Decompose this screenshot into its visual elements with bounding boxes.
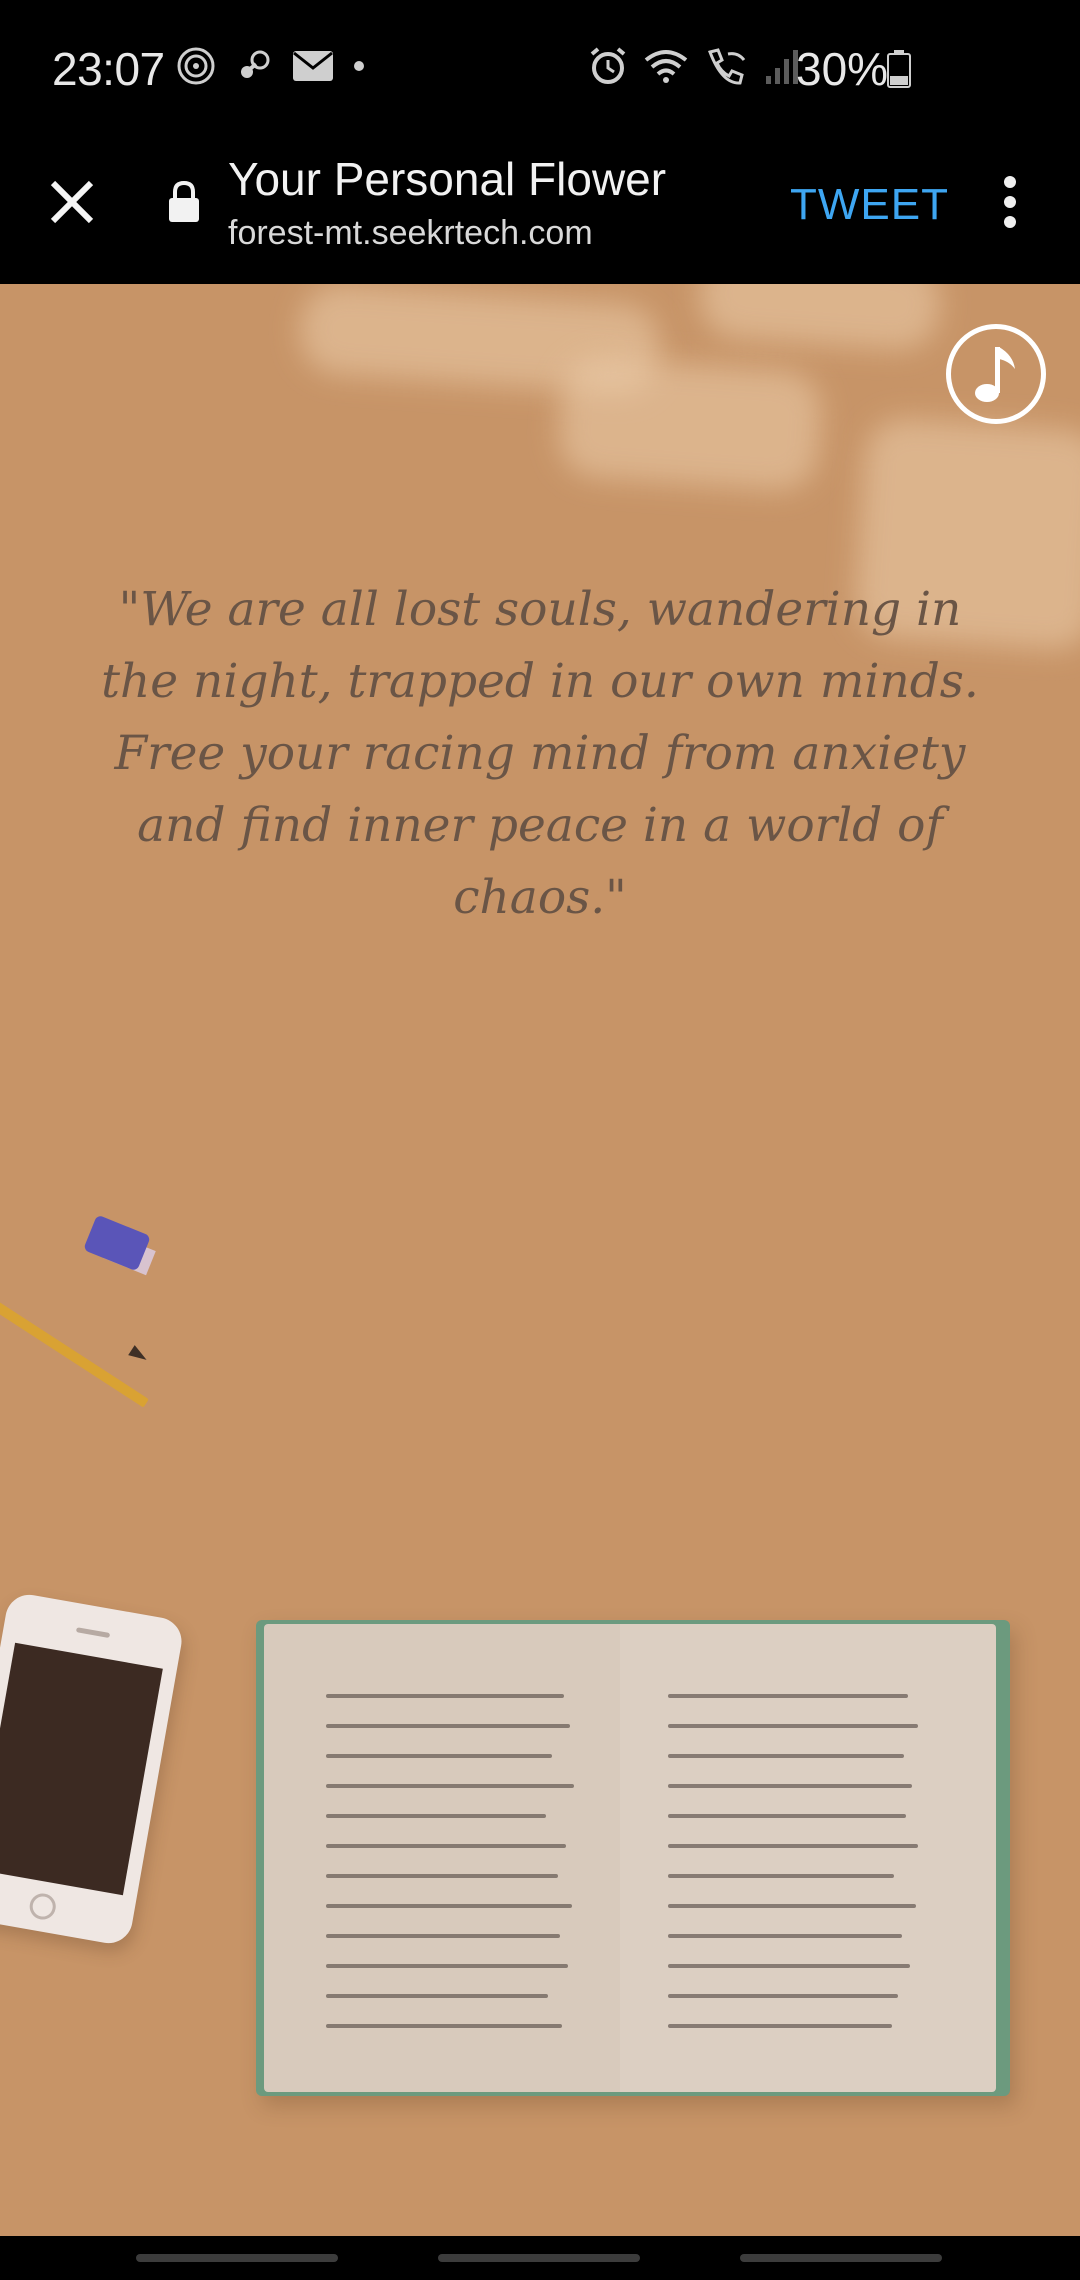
battery-percent: 30% (796, 43, 889, 95)
more-vert-icon (1004, 176, 1016, 188)
page-title: Your Personal Flower (228, 153, 667, 205)
status-time: 23:07 (52, 43, 165, 95)
tweet-button[interactable]: TWEET (790, 180, 949, 230)
eraser-illustration (82, 1214, 152, 1272)
phone-home-button (27, 1891, 58, 1922)
nav-recents-handle[interactable] (136, 2254, 338, 2262)
browser-toolbar: Your Personal Flower forest-mt.seekrtech… (0, 140, 1080, 284)
music-note-icon (975, 347, 1015, 402)
wifi-calling-icon (704, 46, 750, 91)
page-url[interactable]: forest-mt.seekrtech.com (228, 214, 593, 253)
alarm-icon (588, 46, 628, 91)
lock-icon (166, 180, 202, 229)
more-vert-icon (1004, 216, 1016, 228)
signal-icon (764, 46, 800, 91)
close-icon (50, 180, 94, 224)
notification-icons (176, 46, 366, 91)
pencil-illustration (0, 1284, 149, 1408)
quote-text: "We are all lost souls, wandering in the… (101, 582, 979, 925)
nav-back-handle[interactable] (740, 2254, 942, 2262)
music-toggle-button[interactable] (946, 324, 1046, 424)
wifi-icon (642, 46, 690, 91)
phone-speaker (75, 1627, 111, 1639)
close-button[interactable] (40, 170, 104, 234)
more-options-button[interactable] (990, 170, 1030, 234)
mail-icon (292, 49, 334, 88)
nav-home-handle[interactable] (438, 2254, 640, 2262)
window-light (556, 355, 824, 493)
dot-icon (352, 59, 366, 78)
battery-icon (886, 50, 912, 93)
more-vert-icon (1004, 196, 1016, 208)
navigation-bar (0, 2236, 1080, 2280)
window-light (697, 284, 943, 353)
status-bar: 23:07 30% (0, 0, 1080, 140)
system-icons (588, 46, 800, 91)
pencil-tip (128, 1345, 150, 1365)
web-content: "We are all lost souls, wandering in the… (0, 284, 1080, 2236)
fingerprint-icon (176, 46, 216, 91)
phone-screen (0, 1642, 163, 1896)
steam-icon (234, 46, 274, 91)
phone-illustration (0, 1591, 186, 1947)
